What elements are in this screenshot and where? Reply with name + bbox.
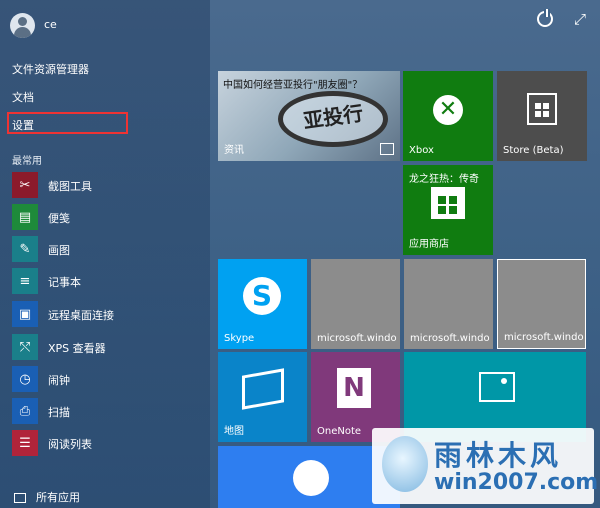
xbox-icon: ✕ <box>433 95 463 125</box>
most-used-label: 最常用 <box>12 156 42 167</box>
onenote-icon: N <box>337 368 371 408</box>
watermark-url: win2007.com <box>434 470 599 495</box>
place-file-explorer[interactable]: 文件资源管理器 <box>12 61 89 77</box>
place-settings[interactable]: 设置 <box>12 117 34 133</box>
tile-news[interactable]: 亚投行 中国如何经营亚投行"朋友圈"？ 资讯 <box>218 71 400 161</box>
app-item-remote-desktop[interactable]: ▣ 远程桌面连接 <box>12 301 202 327</box>
news-icon <box>380 143 394 155</box>
watermark-title: 雨林木风 <box>434 439 563 472</box>
app-item-scan[interactable]: ⎙ 扫描 <box>12 398 202 424</box>
all-apps-label: 所有应用 <box>36 491 80 504</box>
store-bag-icon <box>527 93 557 125</box>
all-apps-icon <box>14 493 26 503</box>
app-item-notepad[interactable]: ≡ 记事本 <box>12 268 202 294</box>
tile-microsoft-windows-3[interactable]: microsoft.windo <box>497 259 586 349</box>
app-label: 阅读列表 <box>48 438 92 451</box>
alarm-icon: ◷ <box>12 366 38 392</box>
sticky-notes-icon: ▤ <box>12 204 38 230</box>
store-game-title: 龙之狂热：传奇 <box>409 174 479 185</box>
app-label: 画图 <box>48 244 70 257</box>
app-item-reading-list[interactable]: ☰ 阅读列表 <box>12 430 202 456</box>
tile-label: Skype <box>224 333 255 344</box>
tile-label: Store (Beta) <box>503 145 564 156</box>
power-icon[interactable] <box>537 9 553 27</box>
all-apps-button[interactable]: 所有应用 <box>14 489 80 505</box>
user-avatar[interactable] <box>10 13 35 38</box>
app-label: 记事本 <box>48 276 81 289</box>
place-documents[interactable]: 文档 <box>12 89 34 105</box>
tile-store[interactable]: 龙之狂热：传奇 应用商店 <box>403 165 493 255</box>
app-label: 闹钟 <box>48 374 70 387</box>
paint-icon: ✎ <box>12 236 38 262</box>
user-name[interactable]: ce <box>44 18 57 31</box>
tile-skype[interactable]: S Skype <box>218 259 307 349</box>
scissors-icon: ✂ <box>12 172 38 198</box>
app-item-alarm[interactable]: ◷ 闹钟 <box>12 366 202 392</box>
app-item-xps-viewer[interactable]: ⤲ XPS 查看器 <box>12 334 202 360</box>
app-label: 便笺 <box>48 212 70 225</box>
tile-label: 地图 <box>224 426 244 437</box>
app-label: 截图工具 <box>48 180 92 193</box>
tile-label: microsoft.windo <box>317 333 397 344</box>
photos-icon <box>479 372 515 402</box>
tile-label: 资讯 <box>224 145 244 156</box>
store-bag-icon <box>431 187 465 219</box>
sun-icon <box>293 460 329 496</box>
tile-xbox[interactable]: ✕ Xbox <box>403 71 493 161</box>
tile-store-beta[interactable]: Store (Beta) <box>497 71 587 161</box>
tile-label: microsoft.windo <box>504 332 584 343</box>
watermark-logo: 雨林木风 win2007.com <box>372 428 598 504</box>
tile-microsoft-windows-2[interactable]: microsoft.windo <box>404 259 493 349</box>
tile-label: OneNote <box>317 426 362 437</box>
tile-label: 应用商店 <box>409 239 449 250</box>
xps-viewer-icon: ⤲ <box>12 334 38 360</box>
reading-list-icon: ☰ <box>12 430 38 456</box>
tile-label: Xbox <box>409 145 434 156</box>
remote-desktop-icon: ▣ <box>12 301 38 327</box>
scan-icon: ⎙ <box>12 398 38 424</box>
app-item-snipping-tool[interactable]: ✂ 截图工具 <box>12 172 202 198</box>
skype-icon: S <box>243 277 281 315</box>
watermark-leaf-icon <box>382 436 428 492</box>
tile-label: microsoft.windo <box>410 333 490 344</box>
app-label: 远程桌面连接 <box>48 309 114 322</box>
map-icon <box>242 368 284 410</box>
app-label: XPS 查看器 <box>48 342 106 355</box>
tile-microsoft-windows-1[interactable]: microsoft.windo <box>311 259 400 349</box>
expand-icon[interactable]: ⤢ <box>572 11 588 27</box>
app-label: 扫描 <box>48 406 70 419</box>
news-headline: 中国如何经营亚投行"朋友圈"？ <box>223 80 363 91</box>
app-item-paint[interactable]: ✎ 画图 <box>12 236 202 262</box>
notepad-icon: ≡ <box>12 268 38 294</box>
app-item-sticky-notes[interactable]: ▤ 便笺 <box>12 204 202 230</box>
tile-maps[interactable]: 地图 <box>218 352 307 442</box>
